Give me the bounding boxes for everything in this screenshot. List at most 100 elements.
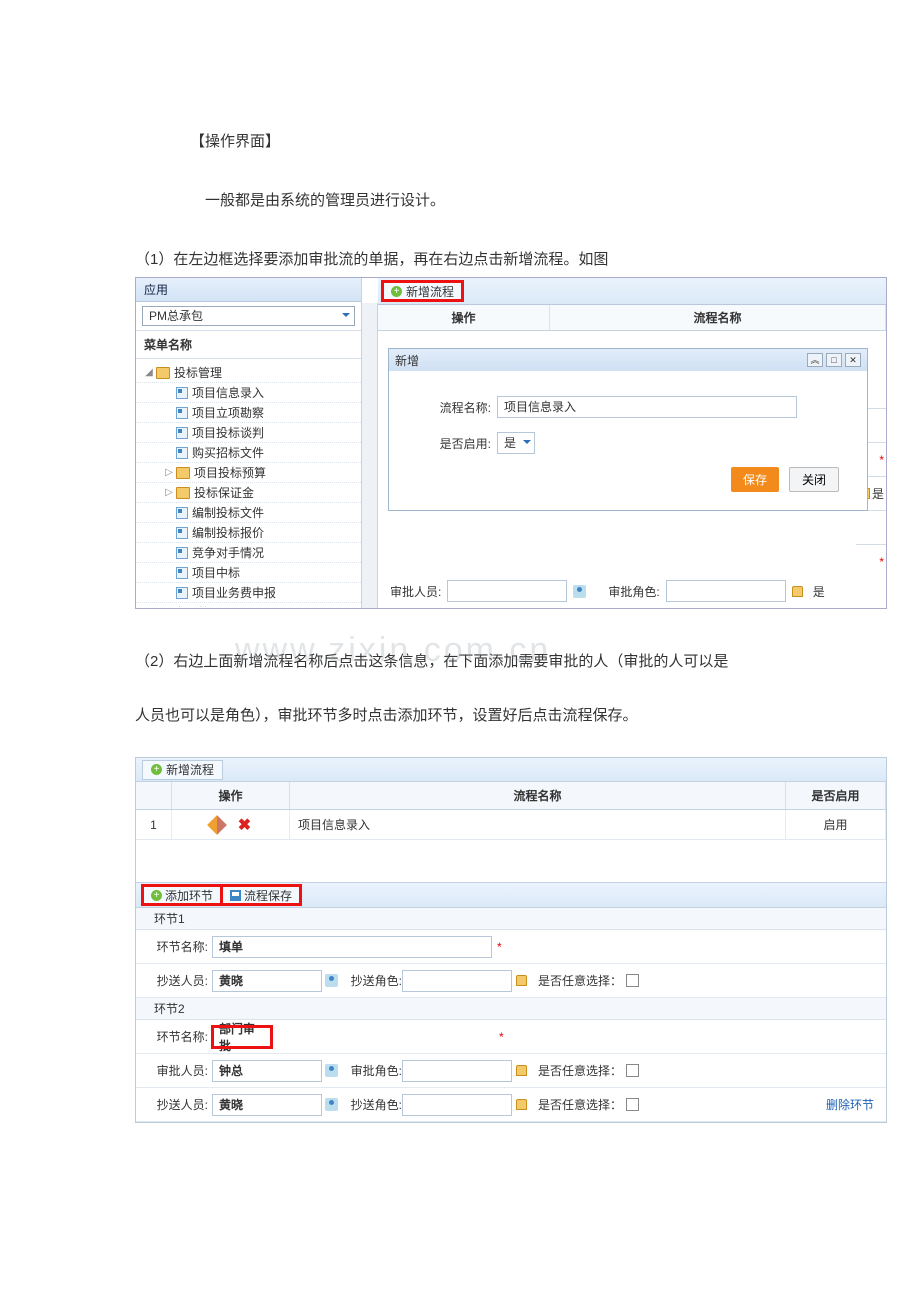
scrollbar-column[interactable] [362, 303, 378, 608]
right-panel: + 新增流程 操作 流程名称 * 是 * 新增 ︽ [378, 278, 886, 608]
document-icon [176, 567, 188, 579]
seg2-cc-role-input[interactable] [402, 1094, 512, 1116]
edit-icon[interactable] [207, 815, 227, 835]
seg2-cc-input[interactable]: 黄晓 [212, 1094, 322, 1116]
col-num [136, 782, 172, 809]
delete-segment-link[interactable]: 删除环节 [826, 1096, 874, 1113]
twisty-icon: ◢ [144, 367, 154, 378]
dialog-save-button[interactable]: 保存 [731, 467, 779, 492]
segment-2-name-row: 环节名称: 部门审批 * [136, 1020, 886, 1054]
tree-node[interactable]: 编制投标文件 [136, 503, 361, 523]
bg-row [856, 510, 886, 544]
person-icon[interactable] [573, 585, 586, 598]
table-row[interactable]: 1 ✖ 项目信息录入 启用 [136, 810, 886, 840]
seg1-cc-role-input[interactable] [402, 970, 512, 992]
screenshot-2: + 新增流程 操作 流程名称 是否启用 1 ✖ 项目信息录入 启用 + 添加环节 [135, 757, 887, 1123]
save-process-button[interactable]: 流程保存 [221, 885, 301, 905]
tree-node-label: 立项管理 [174, 604, 222, 607]
document-icon [176, 407, 188, 419]
grid-gap [136, 840, 886, 882]
tree-node-label: 项目投标谈判 [192, 424, 264, 441]
seg2-any-label-2: 是否任意选择： [538, 1096, 622, 1113]
dialog-collapse-button[interactable]: ︽ [807, 353, 823, 367]
step-2-text-b: 人员也可以是角色），审批环节多时点击添加环节，设置好后点击流程保存。 [135, 693, 785, 739]
left-panel-title: 应用 [136, 278, 361, 302]
seg2-any-checkbox-2[interactable] [626, 1098, 639, 1111]
tree-node[interactable]: 编制投标报价 [136, 523, 361, 543]
row-actions: ✖ [172, 810, 290, 839]
segment-1-title: 环节1 [136, 908, 886, 930]
segment-1-name-row: 环节名称: 填单 * [136, 930, 886, 964]
folder-icon [176, 467, 190, 479]
new-process-button[interactable]: + 新增流程 [382, 281, 463, 301]
seg1-name-input[interactable]: 填单 [212, 936, 492, 958]
tree-node[interactable]: 项目信息录入 [136, 383, 361, 403]
twisty-icon: ▷ [164, 467, 174, 478]
add-segment-label: 添加环节 [165, 887, 213, 904]
document-icon [176, 447, 188, 459]
dialog-body: 流程名称: 项目信息录入 是否启用: 是 保存 关闭 [389, 371, 867, 510]
module-selector-wrap: PM总承包 [136, 302, 361, 331]
screenshot-1: 应用 PM总承包 菜单名称 ◢投标管理项目信息录入项目立项勘察项目投标谈判购买招… [135, 277, 887, 609]
process-name-input[interactable]: 项目信息录入 [497, 396, 797, 418]
document-icon [176, 427, 188, 439]
approver-person-input[interactable] [447, 580, 567, 602]
dialog-close-action[interactable]: 关闭 [789, 467, 839, 492]
tree-node[interactable]: 项目立项勘察 [136, 403, 361, 423]
approver-row: 审批人员: 审批角色: 是 [390, 580, 886, 602]
document-icon [176, 387, 188, 399]
lock-icon[interactable] [792, 586, 803, 597]
lock-icon[interactable] [516, 1065, 527, 1076]
segment-toolbar: + 添加环节 流程保存 [136, 882, 886, 908]
tree-node-label: 项目中标 [192, 564, 240, 581]
tree-node[interactable]: ▷立项管理 [136, 603, 361, 607]
tree-node-label: 项目信息录入 [192, 384, 264, 401]
dialog-close-button[interactable]: ✕ [845, 353, 861, 367]
tree-node-label: 编制投标文件 [192, 504, 264, 521]
seg1-cc-input[interactable]: 黄晓 [212, 970, 322, 992]
menu-caption: 菜单名称 [136, 331, 361, 359]
add-segment-button[interactable]: + 添加环节 [142, 885, 222, 905]
tree-node[interactable]: ▷项目投标预算 [136, 463, 361, 483]
seg1-any-checkbox[interactable] [626, 974, 639, 987]
person-icon[interactable] [325, 1064, 338, 1077]
enabled-select[interactable]: 是 [497, 432, 535, 454]
tree-node[interactable]: ◢投标管理 [136, 363, 361, 383]
seg2-ap-role-input[interactable] [402, 1060, 512, 1082]
tree-node-label: 项目业务费申报 [192, 584, 276, 601]
tree-node[interactable]: 项目中标 [136, 563, 361, 583]
lock-icon[interactable] [516, 1099, 527, 1110]
module-selector[interactable]: PM总承包 [142, 306, 355, 326]
tree-node[interactable]: 竞争对手情况 [136, 543, 361, 563]
save-process-label: 流程保存 [244, 887, 292, 904]
right-grid-header: 操作 流程名称 [378, 305, 886, 331]
tree-node[interactable]: 项目投标谈判 [136, 423, 361, 443]
person-icon[interactable] [325, 1098, 338, 1111]
delete-icon[interactable]: ✖ [238, 815, 251, 835]
lock-icon[interactable] [516, 975, 527, 986]
s2-toolbar: + 新增流程 [136, 758, 886, 782]
step-1-text: （1）在左边框选择要添加审批流的单据，再在右边点击新增流程。如图 [135, 248, 785, 269]
menu-tree: ◢投标管理项目信息录入项目立项勘察项目投标谈判购买招标文件▷项目投标预算▷投标保… [136, 359, 361, 607]
seg1-cc-label: 抄送人员: [154, 972, 212, 989]
seg1-name-label: 环节名称: [154, 938, 212, 955]
seg2-any-label: 是否任意选择： [538, 1062, 622, 1079]
tree-node-label: 投标保证金 [194, 484, 254, 501]
col-enabled: 是否启用 [786, 782, 886, 809]
tree-node[interactable]: ▷投标保证金 [136, 483, 361, 503]
person-icon[interactable] [325, 974, 338, 987]
seg2-any-checkbox[interactable] [626, 1064, 639, 1077]
approver-role-input[interactable] [666, 580, 786, 602]
dialog-titlebar: 新增 ︽ □ ✕ [389, 349, 867, 371]
dialog-max-button[interactable]: □ [826, 353, 842, 367]
new-process-button[interactable]: + 新增流程 [142, 760, 223, 780]
seg2-name-input[interactable]: 部门审批 [212, 1026, 272, 1048]
seg2-ap-role-label: 审批角色: [340, 1062, 402, 1079]
step-2-text-a: （2）右边上面新增流程名称后点击这条信息，在下面添加需要审批的人（审批的人可以是 [135, 639, 785, 685]
right-toolbar: + 新增流程 [378, 278, 886, 305]
seg2-ap-input[interactable]: 钟总 [212, 1060, 322, 1082]
tree-node[interactable]: 项目业务费申报 [136, 583, 361, 603]
seg2-ap-label: 审批人员: [154, 1062, 212, 1079]
tree-node[interactable]: 购买招标文件 [136, 443, 361, 463]
plus-icon: + [151, 764, 162, 775]
